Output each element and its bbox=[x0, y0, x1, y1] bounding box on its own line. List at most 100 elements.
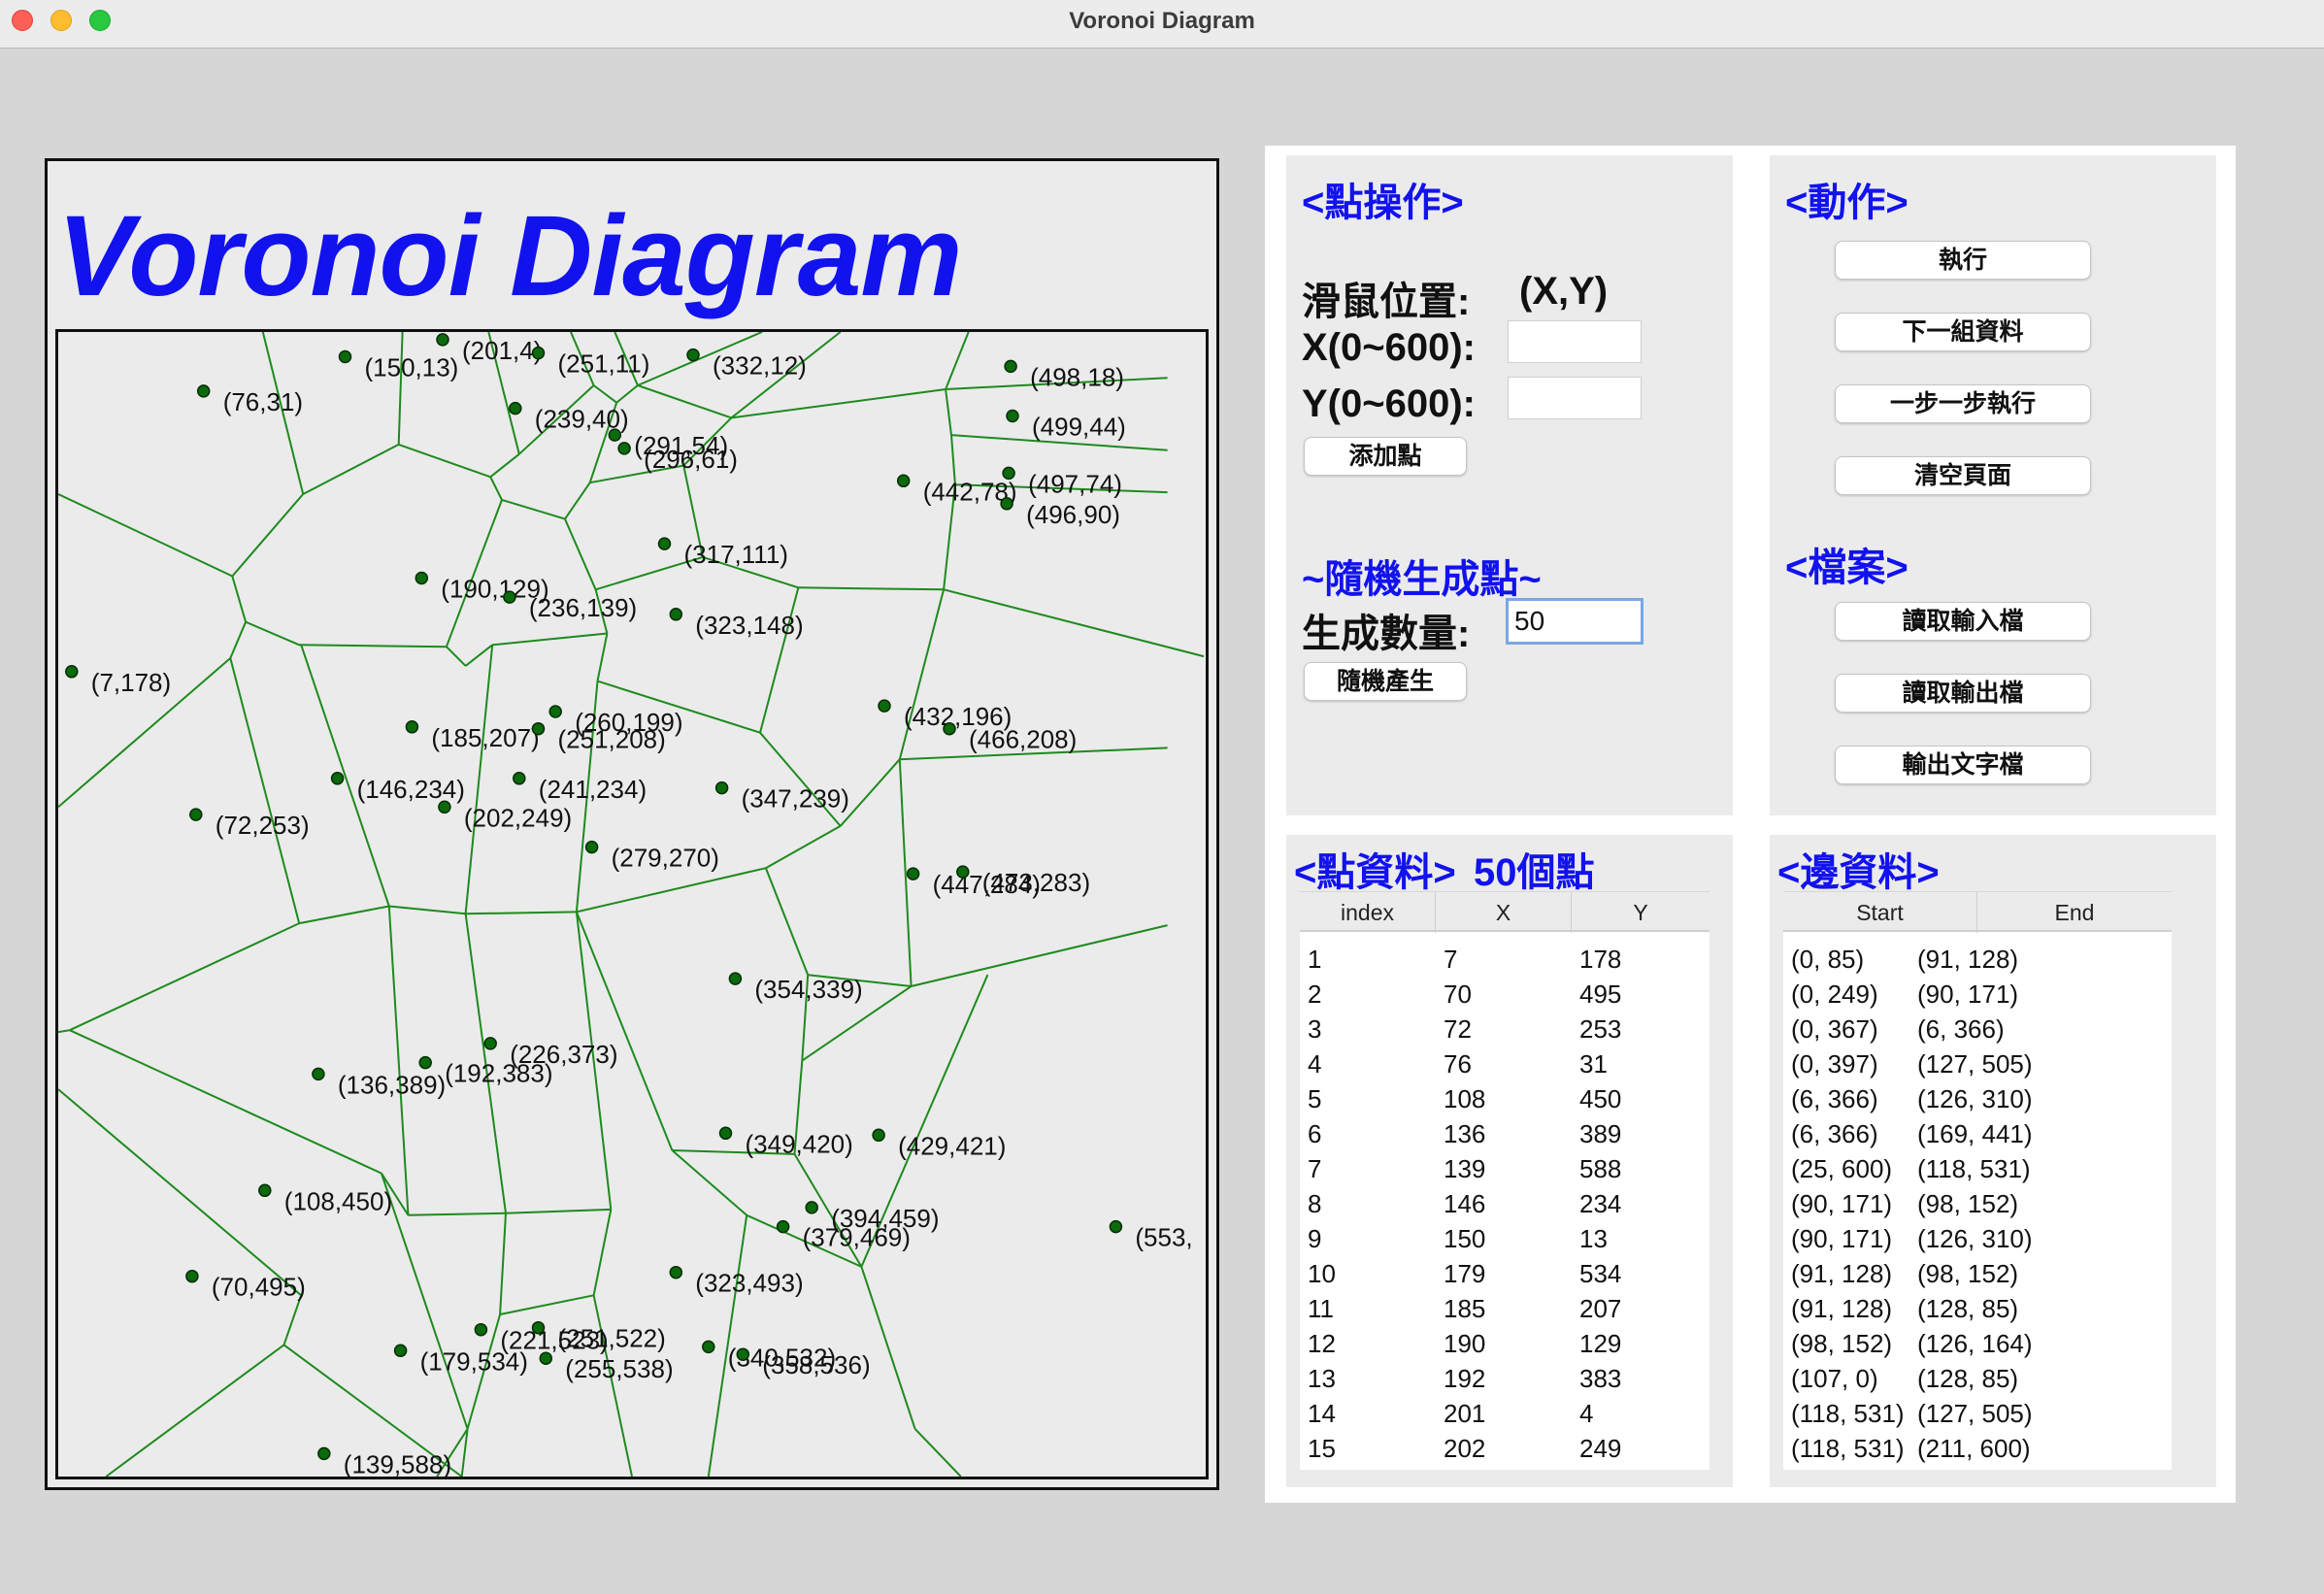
site-point[interactable] bbox=[617, 442, 631, 455]
column-header-index[interactable]: index bbox=[1300, 892, 1436, 933]
site-point[interactable] bbox=[906, 867, 920, 880]
site-point[interactable] bbox=[196, 384, 211, 398]
table-row[interactable]: 10 179 534 bbox=[1300, 1256, 1710, 1291]
site-point[interactable] bbox=[483, 1037, 497, 1050]
site-point[interactable] bbox=[548, 705, 562, 718]
next-data-button[interactable]: 下一組資料 bbox=[1835, 313, 2091, 351]
site-point[interactable] bbox=[531, 346, 546, 360]
table-row[interactable]: 14 201 4 bbox=[1300, 1396, 1710, 1431]
edges-table[interactable]: Start End (0, 85) (91, 128) (0, 249) (90, 1… bbox=[1783, 891, 2172, 1470]
table-row[interactable]: (25, 600) (118, 531) bbox=[1783, 1151, 2172, 1186]
site-point[interactable] bbox=[657, 537, 672, 550]
table-row[interactable]: (6, 366) (169, 441) bbox=[1783, 1116, 2172, 1151]
site-point[interactable] bbox=[669, 1265, 683, 1279]
site-point[interactable] bbox=[531, 721, 546, 736]
table-row[interactable]: 13 192 383 bbox=[1300, 1361, 1710, 1396]
random-generate-button[interactable]: 隨機產生 bbox=[1304, 662, 1467, 701]
table-row[interactable]: (90, 171) (126, 310) bbox=[1783, 1221, 2172, 1256]
site-point[interactable] bbox=[513, 772, 526, 785]
site-point[interactable] bbox=[405, 720, 419, 734]
site-point[interactable] bbox=[531, 1320, 546, 1335]
site-point[interactable] bbox=[1006, 409, 1019, 423]
site-point[interactable] bbox=[258, 1183, 272, 1198]
table-row[interactable]: 9 150 13 bbox=[1300, 1221, 1710, 1256]
table-row[interactable]: 2 70 495 bbox=[1300, 977, 1710, 1012]
site-point[interactable] bbox=[669, 608, 683, 621]
site-point[interactable] bbox=[65, 665, 79, 679]
table-row[interactable]: (6, 366) (126, 310) bbox=[1783, 1081, 2172, 1116]
count-input[interactable] bbox=[1506, 598, 1643, 645]
site-point[interactable] bbox=[943, 721, 956, 736]
site-point[interactable] bbox=[878, 699, 891, 713]
table-row[interactable]: (0, 85) (91, 128) bbox=[1783, 942, 2172, 977]
site-point[interactable] bbox=[330, 772, 345, 785]
table-row[interactable]: 8 146 234 bbox=[1300, 1186, 1710, 1221]
table-row[interactable]: (98, 152) (126, 164) bbox=[1783, 1326, 2172, 1361]
table-row[interactable]: 6 136 389 bbox=[1300, 1116, 1710, 1151]
voronoi-svg[interactable]: (7,178) (70,495) (72,253) (76,31) (108,450) (… bbox=[58, 332, 1206, 1477]
site-point[interactable] bbox=[736, 1347, 750, 1361]
column-header-y[interactable]: Y bbox=[1572, 892, 1710, 933]
site-point[interactable] bbox=[503, 590, 516, 604]
site-point[interactable] bbox=[718, 1126, 733, 1141]
site-point[interactable] bbox=[509, 401, 522, 415]
site-point[interactable] bbox=[317, 1446, 331, 1461]
add-point-button[interactable]: 添加點 bbox=[1304, 437, 1467, 476]
clear-page-button[interactable]: 清空頁面 bbox=[1835, 456, 2091, 495]
site-point[interactable] bbox=[714, 780, 729, 795]
table-row[interactable]: (107, 0) (128, 85) bbox=[1783, 1361, 2172, 1396]
site-point[interactable] bbox=[1004, 359, 1017, 374]
run-button[interactable]: 執行 bbox=[1835, 241, 2091, 280]
site-point[interactable] bbox=[805, 1201, 818, 1214]
site-point[interactable] bbox=[702, 1340, 715, 1354]
table-row[interactable]: 4 76 31 bbox=[1300, 1046, 1710, 1081]
site-point[interactable] bbox=[1002, 466, 1015, 481]
site-point[interactable] bbox=[418, 1055, 432, 1070]
site-point[interactable] bbox=[393, 1344, 408, 1358]
table-row[interactable]: 11 185 207 bbox=[1300, 1291, 1710, 1326]
table-row[interactable]: (0, 397) (127, 505) bbox=[1783, 1046, 2172, 1081]
column-header-x[interactable]: X bbox=[1436, 892, 1572, 933]
step-run-button[interactable]: 一步一步執行 bbox=[1835, 384, 2091, 423]
site-point[interactable] bbox=[539, 1351, 553, 1365]
table-row[interactable]: 1 7 178 bbox=[1300, 942, 1710, 977]
y-input[interactable] bbox=[1508, 377, 1642, 419]
site-point[interactable] bbox=[436, 333, 449, 347]
site-point[interactable] bbox=[338, 349, 352, 364]
x-input[interactable] bbox=[1508, 320, 1642, 363]
site-point[interactable] bbox=[776, 1219, 790, 1234]
column-header-end[interactable]: End bbox=[1977, 892, 2172, 933]
table-row[interactable]: (0, 367) (6, 366) bbox=[1783, 1012, 2172, 1046]
table-row[interactable]: (118, 531) (127, 505) bbox=[1783, 1396, 2172, 1431]
site-point[interactable] bbox=[1000, 497, 1013, 511]
site-point[interactable] bbox=[956, 865, 970, 879]
table-row[interactable]: (118, 531) (211, 600) bbox=[1783, 1431, 2172, 1466]
column-header-start[interactable]: Start bbox=[1783, 892, 1977, 933]
table-row[interactable]: (0, 249) (90, 171) bbox=[1783, 977, 2172, 1012]
points-table[interactable]: index X Y 1 7 178 2 70 495 3 72 253 4 76 31 5 108 450 6… bbox=[1300, 891, 1710, 1470]
site-point[interactable] bbox=[728, 972, 743, 985]
site-point[interactable] bbox=[872, 1128, 885, 1143]
table-row[interactable]: 12 190 129 bbox=[1300, 1326, 1710, 1361]
table-row[interactable]: (91, 128) (98, 152) bbox=[1783, 1256, 2172, 1291]
site-point[interactable] bbox=[185, 1269, 199, 1283]
site-point[interactable] bbox=[608, 428, 622, 442]
site-point[interactable] bbox=[686, 348, 700, 362]
site-point[interactable] bbox=[312, 1067, 325, 1081]
site-point[interactable] bbox=[474, 1322, 488, 1337]
site-point[interactable] bbox=[438, 800, 451, 814]
site-point[interactable] bbox=[415, 571, 429, 585]
site-point[interactable] bbox=[1109, 1219, 1123, 1234]
site-point[interactable] bbox=[584, 840, 599, 854]
table-row[interactable]: 3 72 253 bbox=[1300, 1012, 1710, 1046]
read-input-file-button[interactable]: 讀取輸入檔 bbox=[1835, 602, 2091, 641]
table-row[interactable]: 15 202 249 bbox=[1300, 1431, 1710, 1466]
table-row[interactable]: (91, 128) (128, 85) bbox=[1783, 1291, 2172, 1326]
read-output-file-button[interactable]: 讀取輸出檔 bbox=[1835, 674, 2091, 713]
export-text-file-button[interactable]: 輸出文字檔 bbox=[1835, 746, 2091, 784]
site-point[interactable] bbox=[189, 808, 203, 821]
table-row[interactable]: 5 108 450 bbox=[1300, 1081, 1710, 1116]
site-point[interactable] bbox=[896, 474, 911, 488]
table-row[interactable]: 7 139 588 bbox=[1300, 1151, 1710, 1186]
table-row[interactable]: (90, 171) (98, 152) bbox=[1783, 1186, 2172, 1221]
